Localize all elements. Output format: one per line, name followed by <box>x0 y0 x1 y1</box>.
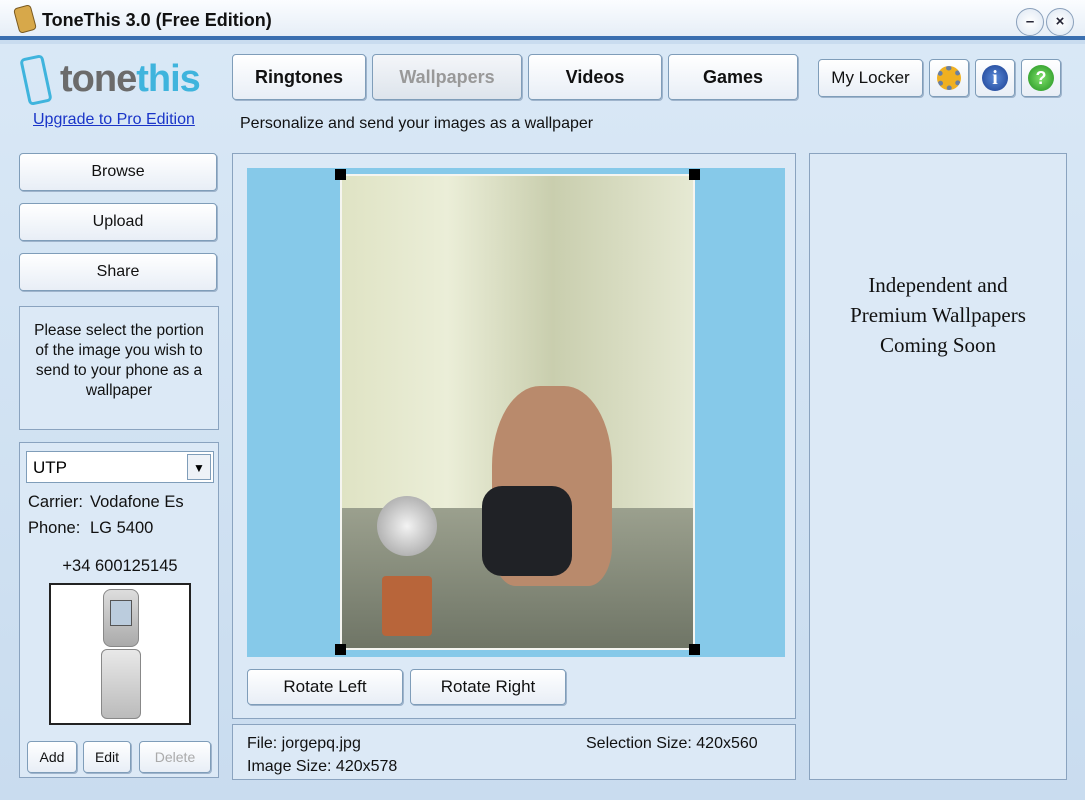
file-name: File: jorgepq.jpg <box>247 735 361 752</box>
my-locker-button[interactable]: My Locker <box>818 59 923 97</box>
carrier-label: Carrier: <box>28 493 84 511</box>
window-title: ToneThis 3.0 (Free Edition) <box>42 10 272 30</box>
file-info-panel: File: jorgepq.jpg Image Size: 420x578 Se… <box>232 724 796 780</box>
tab-videos[interactable]: Videos <box>528 54 662 100</box>
share-button[interactable]: Share <box>19 253 217 291</box>
tab-ringtones[interactable]: Ringtones <box>232 54 366 100</box>
rotate-left-button[interactable]: Rotate Left <box>247 669 403 705</box>
crop-handle-top-right[interactable] <box>689 169 700 180</box>
page-subtitle: Personalize and send your images as a wa… <box>240 115 594 132</box>
phone-number: +34 600125145 <box>62 557 178 575</box>
phone-image <box>49 583 191 725</box>
upload-button[interactable]: Upload <box>19 203 217 241</box>
minimize-button[interactable]: – <box>1016 8 1044 36</box>
tab-wallpapers[interactable]: Wallpapers <box>372 54 522 100</box>
delete-button[interactable]: Delete <box>139 741 211 773</box>
image-size: Image Size: 420x578 <box>247 758 398 775</box>
info-icon: i <box>982 65 1008 91</box>
instructions-text: Please select the portion of the image y… <box>19 306 219 430</box>
browse-button[interactable]: Browse <box>19 153 217 191</box>
crop-handle-bottom-right[interactable] <box>689 644 700 655</box>
phone-logo-icon <box>19 54 53 106</box>
help-icon: ? <box>1028 65 1054 91</box>
settings-button[interactable] <box>929 59 969 97</box>
edit-button[interactable]: Edit <box>83 741 131 773</box>
image-editor: Rotate Left Rotate Right <box>232 153 796 719</box>
tonethis-logo: tonethis <box>19 52 210 108</box>
title-bar: ToneThis 3.0 (Free Edition) – × <box>0 0 1085 40</box>
phone-value: LG 5400 <box>90 519 154 537</box>
tab-games[interactable]: Games <box>668 54 798 100</box>
phone-label: Phone: <box>28 519 81 537</box>
app-icon <box>12 4 38 34</box>
rotate-right-button[interactable]: Rotate Right <box>410 669 566 705</box>
image-canvas[interactable] <box>247 168 785 657</box>
upgrade-link[interactable]: Upgrade to Pro Edition <box>33 111 195 129</box>
crop-handle-bottom-left[interactable] <box>335 644 346 655</box>
add-button[interactable]: Add <box>27 741 77 773</box>
crop-handle-top-left[interactable] <box>335 169 346 180</box>
coming-soon-text: Independent and Premium Wallpapers Coming … <box>850 273 1026 357</box>
wallpaper-photo[interactable] <box>340 174 695 650</box>
info-button[interactable]: i <box>975 59 1015 97</box>
chevron-down-icon[interactable]: ▼ <box>187 454 211 480</box>
carrier-value: Vodafone Es <box>90 493 184 511</box>
gear-wrench-icon <box>937 66 961 90</box>
device-select[interactable]: UTP ▼ <box>26 451 214 483</box>
selection-size: Selection Size: 420x560 <box>586 735 758 752</box>
close-button[interactable]: × <box>1046 8 1074 36</box>
help-button[interactable]: ? <box>1021 59 1061 97</box>
promo-panel: Independent and Premium Wallpapers Coming … <box>809 153 1067 780</box>
device-panel: UTP ▼ Carrier: Vodafone Es Phone: LG 540… <box>19 442 219 778</box>
